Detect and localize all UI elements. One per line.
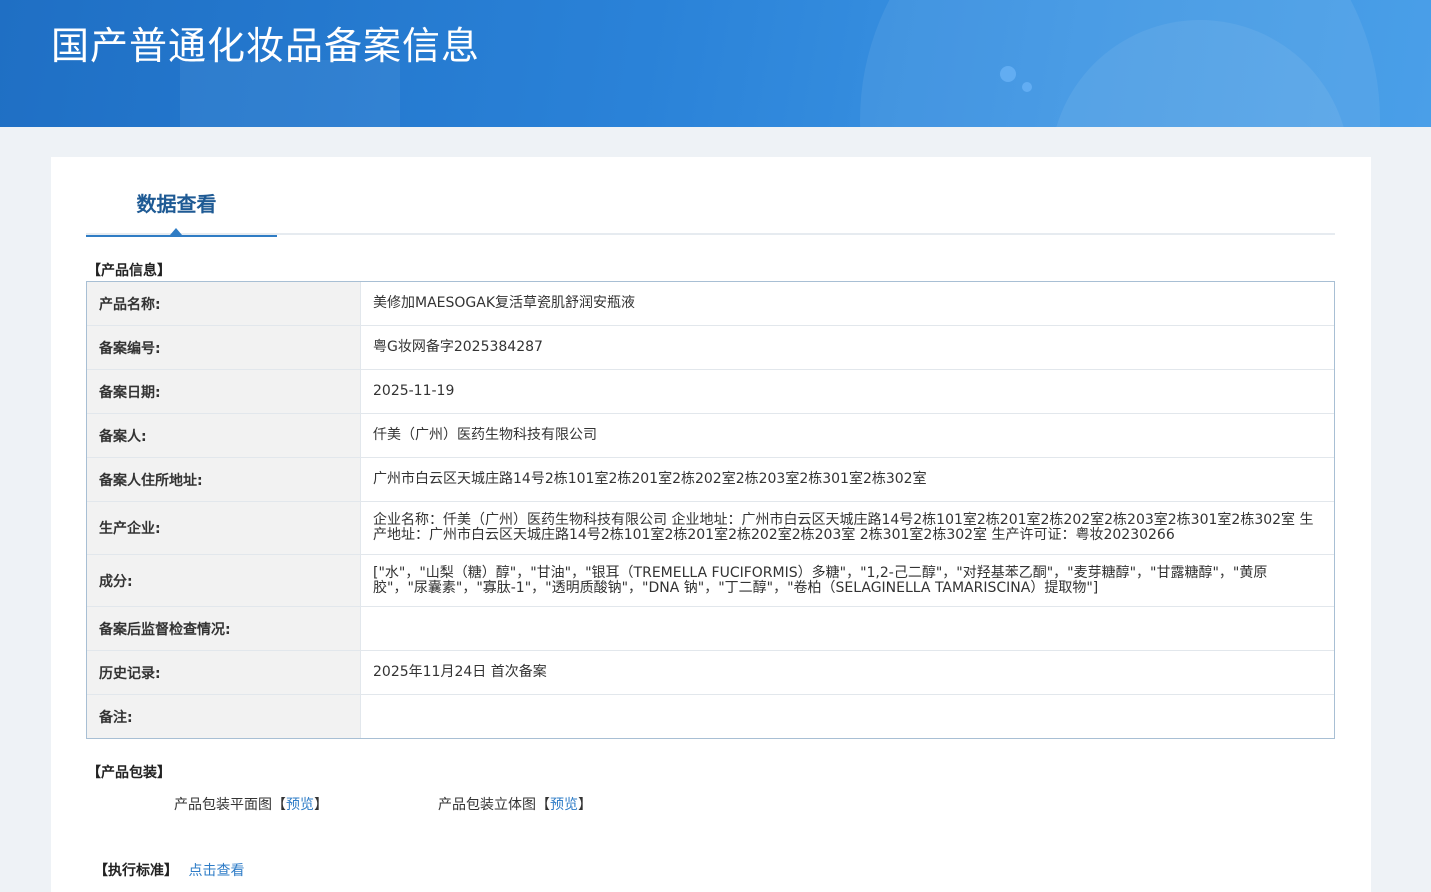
row-value: 粤G妆网备字2025384287 bbox=[361, 326, 1334, 369]
value-text: 2025年11月24日 首次备案 bbox=[373, 664, 547, 680]
tab-caret-icon bbox=[170, 228, 182, 235]
row-label: 生产企业: bbox=[87, 502, 361, 554]
tab-label: 数据查看 bbox=[136, 192, 217, 216]
table-row: 历史记录: 2025年11月24日 首次备案 bbox=[87, 651, 1334, 695]
table-row: 备案日期: 2025-11-19 bbox=[87, 370, 1334, 414]
table-row: 产品名称: 美修加MAESOGAK复活草瓷肌舒润安瓶液 bbox=[87, 282, 1334, 326]
row-value bbox=[361, 695, 1334, 738]
bracket-open: 【 bbox=[536, 797, 550, 813]
packaging-flat-label: 产品包装平面图 bbox=[174, 797, 272, 813]
row-label: 备注: bbox=[87, 695, 361, 738]
banner-decoration bbox=[180, 60, 400, 127]
bracket-close: 】 bbox=[314, 797, 328, 813]
row-label: 历史记录: bbox=[87, 651, 361, 694]
row-label: 备案人住所地址: bbox=[87, 458, 361, 501]
section-title-standard: 【执行标准】 bbox=[94, 863, 178, 879]
row-label: 产品名称: bbox=[87, 282, 361, 325]
section-title-packaging: 【产品包装】 bbox=[87, 765, 171, 781]
packaging-3d-preview-link[interactable]: 预览 bbox=[550, 797, 578, 813]
value-text: 广州市白云区天城庄路14号2栋101室2栋201室2栋202室2栋203室2栋3… bbox=[373, 471, 927, 487]
packaging-3d-label: 产品包装立体图 bbox=[438, 797, 536, 813]
banner-dot bbox=[1022, 82, 1032, 92]
section-title-product-info: 【产品信息】 bbox=[87, 263, 171, 279]
row-label: 备案后监督检查情况: bbox=[87, 607, 361, 650]
tab-data-view[interactable]: 数据查看 bbox=[86, 157, 277, 237]
value-text: 仟美（广州）医药生物科技有限公司 bbox=[373, 427, 597, 443]
content-card: 数据查看 【产品信息】 产品名称: 美修加MAESOGAK复活草瓷肌舒润安瓶液 … bbox=[51, 157, 1371, 892]
packaging-flat-preview-link[interactable]: 预览 bbox=[286, 797, 314, 813]
tab-active-indicator bbox=[86, 235, 277, 237]
table-row: 备案人: 仟美（广州）医药生物科技有限公司 bbox=[87, 414, 1334, 458]
row-label: 备案人: bbox=[87, 414, 361, 457]
row-value: 2025-11-19 bbox=[361, 370, 1334, 413]
value-text: ["水"，"山梨（糖）醇"，"甘油"，"银耳（TREMELLA FUCIFORM… bbox=[373, 564, 1268, 596]
row-value: 美修加MAESOGAK复活草瓷肌舒润安瓶液 bbox=[361, 282, 1334, 325]
bracket-open: 【 bbox=[272, 797, 286, 813]
row-value: 企业名称：仟美（广州）医药生物科技有限公司 企业地址：广州市白云区天城庄路14号… bbox=[361, 502, 1334, 554]
row-value: 2025年11月24日 首次备案 bbox=[361, 651, 1334, 694]
bracket-close: 】 bbox=[578, 797, 592, 813]
page-title: 国产普通化妆品备案信息 bbox=[51, 24, 481, 68]
table-row: 备案后监督检查情况: bbox=[87, 607, 1334, 651]
product-info-table: 产品名称: 美修加MAESOGAK复活草瓷肌舒润安瓶液 备案编号: 粤G妆网备字… bbox=[86, 281, 1335, 739]
packaging-flat-item: 产品包装平面图【预览】 bbox=[174, 796, 328, 814]
row-value: ["水"，"山梨（糖）醇"，"甘油"，"银耳（TREMELLA FUCIFORM… bbox=[361, 555, 1334, 606]
standard-view-link[interactable]: 点击查看 bbox=[188, 863, 244, 879]
table-row: 备案人住所地址: 广州市白云区天城庄路14号2栋101室2栋201室2栋202室… bbox=[87, 458, 1334, 502]
table-row: 成分: ["水"，"山梨（糖）醇"，"甘油"，"银耳（TREMELLA FUCI… bbox=[87, 555, 1334, 607]
value-text: 粤G妆网备字2025384287 bbox=[373, 339, 543, 355]
standard-row: 【执行标准】 点击查看 bbox=[94, 862, 244, 880]
table-row: 生产企业: 企业名称：仟美（广州）医药生物科技有限公司 企业地址：广州市白云区天… bbox=[87, 502, 1334, 555]
row-value: 广州市白云区天城庄路14号2栋101室2栋201室2栋202室2栋203室2栋3… bbox=[361, 458, 1334, 501]
tab-bar: 数据查看 bbox=[86, 157, 1335, 237]
table-row: 备注: bbox=[87, 695, 1334, 738]
row-label: 成分: bbox=[87, 555, 361, 606]
packaging-3d-item: 产品包装立体图【预览】 bbox=[438, 796, 592, 814]
row-value: 仟美（广州）医药生物科技有限公司 bbox=[361, 414, 1334, 457]
header-banner: 国产普通化妆品备案信息 bbox=[0, 0, 1431, 127]
banner-dot bbox=[1000, 66, 1016, 82]
value-text: 美修加MAESOGAK复活草瓷肌舒润安瓶液 bbox=[373, 295, 636, 311]
row-value bbox=[361, 607, 1334, 650]
row-label: 备案日期: bbox=[87, 370, 361, 413]
value-text: 企业名称：仟美（广州）医药生物科技有限公司 企业地址：广州市白云区天城庄路14号… bbox=[373, 512, 1314, 543]
table-row: 备案编号: 粤G妆网备字2025384287 bbox=[87, 326, 1334, 370]
row-label: 备案编号: bbox=[87, 326, 361, 369]
value-text: 2025-11-19 bbox=[373, 383, 455, 399]
